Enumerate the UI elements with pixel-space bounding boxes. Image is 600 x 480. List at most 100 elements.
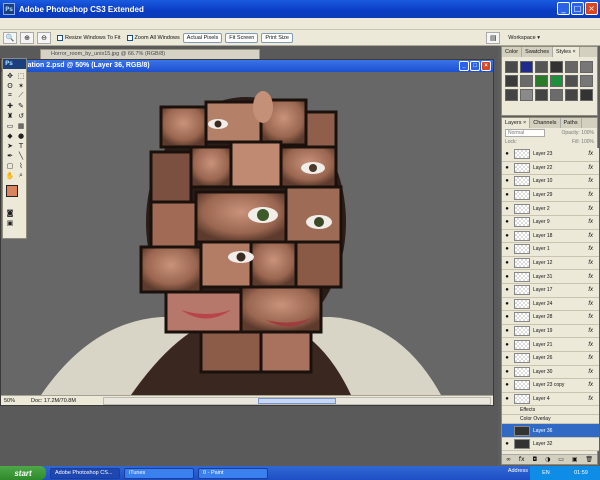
style-swatch[interactable] <box>565 75 578 87</box>
style-swatch[interactable] <box>550 75 563 87</box>
print-size-button[interactable]: Print Size <box>261 32 293 43</box>
scrollbar-thumb[interactable] <box>258 397 336 404</box>
visibility-eye-icon[interactable]: ● <box>502 369 512 375</box>
visibility-eye-icon[interactable]: ● <box>502 314 512 320</box>
zoom-tool-icon[interactable]: ⌕ <box>16 171 26 180</box>
styles-panel-tab-1[interactable]: Swatches <box>522 47 554 57</box>
layer-fx-icon[interactable]: fx <box>588 219 593 225</box>
layer-fx-icon[interactable]: fx <box>588 274 593 280</box>
history-brush-icon[interactable]: ↺ <box>16 111 26 120</box>
quick-mask-icon[interactable]: ◙ <box>5 208 15 217</box>
visibility-eye-icon[interactable]: ● <box>502 151 512 157</box>
clone-stamp-icon[interactable]: ♜ <box>5 111 15 120</box>
style-swatch[interactable] <box>520 89 533 101</box>
visibility-eye-icon[interactable]: ● <box>502 246 512 252</box>
zoom-out-icon[interactable]: ⊖ <box>37 31 51 44</box>
type-tool-icon[interactable]: T <box>16 141 26 150</box>
layer-row[interactable]: ● Layer 21 fx <box>502 338 599 352</box>
layer-fx-icon[interactable]: fx <box>588 151 593 157</box>
taskbar-button[interactable]: 0 - Paint <box>198 467 268 479</box>
move-tool-icon[interactable]: ✥ <box>5 71 15 80</box>
zoom-tool-icon[interactable]: 🔍 <box>3 31 17 44</box>
layers-panel-tab-2[interactable]: Paths <box>561 118 582 128</box>
layer-row[interactable]: ● Layer 9 fx <box>502 215 599 230</box>
visibility-eye-icon[interactable]: ● <box>502 165 512 171</box>
visibility-eye-icon[interactable]: ● <box>502 441 512 447</box>
visibility-eye-icon[interactable]: ● <box>502 206 512 212</box>
layer-fx-icon[interactable]: fx <box>588 355 593 361</box>
document-size[interactable]: Doc: 17.2M/70.8M <box>31 398 101 404</box>
style-swatch[interactable] <box>520 61 533 73</box>
document-window[interactable]: anipulation 2.psd @ 50% (Layer 36, RGB/8… <box>0 59 494 406</box>
checkbox-box[interactable] <box>126 34 133 41</box>
layer-row[interactable]: ● Layer 24 fx <box>502 297 599 312</box>
layer-row[interactable]: ● Layer 30 fx <box>502 365 599 380</box>
visibility-eye-icon[interactable]: ● <box>502 260 512 266</box>
visibility-eye-icon[interactable]: ● <box>502 274 512 280</box>
layer-row[interactable]: ● Layer 4 fx <box>502 392 599 407</box>
address-label[interactable]: Address <box>508 468 528 474</box>
color-swatches[interactable] <box>5 184 24 206</box>
layer-row[interactable]: ● Layer 22 fx <box>502 161 599 176</box>
add-style-icon[interactable]: fx <box>519 456 525 463</box>
layer-fx-icon[interactable]: fx <box>588 287 593 293</box>
style-swatch[interactable] <box>550 61 563 73</box>
style-swatch[interactable] <box>535 89 548 101</box>
fill-field[interactable]: Fill: 100% <box>572 139 594 145</box>
layer-fx-icon[interactable]: fx <box>588 178 593 184</box>
layer-row[interactable]: ● Layer 31 fx <box>502 270 599 284</box>
blur-tool-icon[interactable]: ◆ <box>5 131 15 140</box>
palette-well-icon[interactable]: ▤ <box>486 31 501 44</box>
lasso-tool-icon[interactable]: ʘ <box>5 81 15 90</box>
crop-tool-icon[interactable]: ⌗ <box>5 91 15 100</box>
layers-panel-tab-0[interactable]: Layers × <box>502 118 531 128</box>
layer-fx-icon[interactable]: fx <box>588 382 593 388</box>
layer-fx-icon[interactable]: fx <box>588 206 593 212</box>
style-swatch[interactable] <box>580 89 593 101</box>
document-title-bar[interactable]: anipulation 2.psd @ 50% (Layer 36, RGB/8… <box>1 60 493 72</box>
dodge-tool-icon[interactable]: ● <box>16 131 26 140</box>
close-button[interactable]: × <box>585 2 598 15</box>
visibility-eye-icon[interactable]: ● <box>502 355 512 361</box>
layer-row[interactable]: ● Layer 32 <box>502 437 599 452</box>
minimize-button[interactable]: _ <box>557 2 570 15</box>
eyedropper-tool-icon[interactable]: ⌇ <box>16 161 26 170</box>
style-swatch[interactable] <box>520 75 533 87</box>
style-swatch[interactable] <box>505 61 518 73</box>
style-swatch[interactable] <box>535 61 548 73</box>
layer-row[interactable]: ● Layer 1 fx <box>502 243 599 257</box>
layer-fx-icon[interactable]: fx <box>588 301 593 307</box>
delete-layer-icon[interactable]: 🗑 <box>585 456 593 463</box>
layer-fx-icon[interactable]: fx <box>588 246 593 252</box>
notes-tool-icon[interactable]: ▢ <box>5 161 15 170</box>
workspace-menu[interactable]: Workspace ▾ <box>508 35 540 41</box>
layer-row[interactable]: ● Layer 26 fx <box>502 351 599 366</box>
language-indicator[interactable]: EN <box>542 470 550 476</box>
visibility-eye-icon[interactable]: ● <box>502 287 512 293</box>
doc-close-button[interactable]: × <box>481 61 491 71</box>
style-swatch[interactable] <box>505 89 518 101</box>
new-group-icon[interactable]: ▭ <box>558 456 564 463</box>
shape-tool-icon[interactable]: ╲ <box>16 151 26 160</box>
layer-effects-row[interactable]: Effects <box>502 406 599 416</box>
visibility-eye-icon[interactable]: ● <box>502 192 512 198</box>
visibility-eye-icon[interactable]: ● <box>502 342 512 348</box>
layer-fx-icon[interactable]: fx <box>588 260 593 266</box>
layer-row[interactable]: ● Layer 23 copy fx <box>502 379 599 393</box>
start-button[interactable]: start <box>0 466 46 480</box>
style-swatch[interactable] <box>550 89 563 101</box>
layers-panel-tab-1[interactable]: Channels <box>530 118 561 128</box>
layer-fx-icon[interactable]: fx <box>588 369 593 375</box>
layer-fx-icon[interactable]: fx <box>588 328 593 334</box>
layer-row[interactable]: ● Layer 28 fx <box>502 311 599 325</box>
opacity-field[interactable]: Opacity: 100% <box>561 130 594 136</box>
actual-pixels-button[interactable]: Actual Pixels <box>182 32 223 43</box>
layer-row[interactable]: ● Layer 19 fx <box>502 324 599 339</box>
toolbox-header[interactable]: Ps <box>3 59 26 69</box>
gradient-tool-icon[interactable]: ▦ <box>16 121 26 130</box>
visibility-eye-icon[interactable]: ● <box>502 219 512 225</box>
layer-row[interactable]: ● Layer 18 fx <box>502 229 599 244</box>
layer-row[interactable]: ● Layer 12 fx <box>502 256 599 271</box>
screen-mode-icon[interactable]: ▣ <box>5 218 15 227</box>
doc-minimize-button[interactable]: _ <box>459 61 469 71</box>
